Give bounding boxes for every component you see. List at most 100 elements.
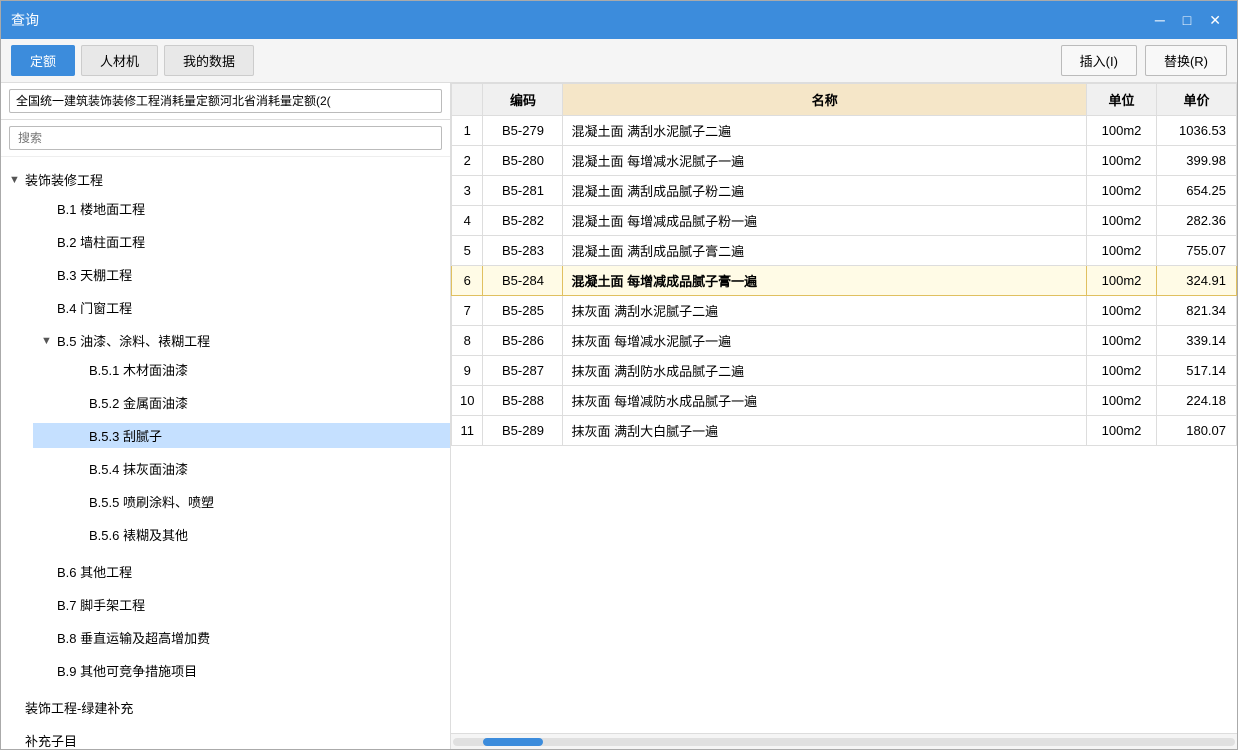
tree-node: 装饰工程-绿建补充 (1, 691, 450, 724)
tree-item[interactable]: B.5.2 金属面油漆 (33, 390, 450, 415)
tree-item[interactable]: B.9 其他可竞争措施项目 (17, 658, 450, 683)
tree-label: B.3 天棚工程 (57, 265, 132, 284)
table-row[interactable]: 4B5-282混凝土面 每增减成品腻子粉一遍100m2282.36 (452, 206, 1237, 236)
tree-node: B.2 墙柱面工程 (17, 225, 450, 258)
table-row[interactable]: 11B5-289抹灰面 满刮大白腻子一遍100m2180.07 (452, 416, 1237, 446)
window-title: 查询 (11, 10, 39, 30)
cell-name: 抹灰面 满刮防水成品腻子二遍 (563, 356, 1087, 386)
scrollbar-track (453, 738, 1235, 746)
tree-node: B.8 垂直运输及超高增加费 (17, 621, 450, 654)
cell-unit: 100m2 (1087, 176, 1157, 206)
cell-name: 混凝土面 满刮成品腻子膏二遍 (563, 236, 1087, 266)
cell-num: 8 (452, 326, 483, 356)
table-row[interactable]: 2B5-280混凝土面 每增减水泥腻子一遍100m2399.98 (452, 146, 1237, 176)
quota-dropdown[interactable]: 全国统一建筑装饰装修工程消耗量定额河北省消耗量定额(2( (9, 89, 442, 113)
table-row[interactable]: 1B5-279混凝土面 满刮水泥腻子二遍100m21036.53 (452, 116, 1237, 146)
tree-children: B.5.1 木材面油漆 B.5.2 金属面油漆 B.5.3 刮腻子 B.5.4 抹灰面… (17, 353, 450, 551)
tree-node: 补充子目 (1, 724, 450, 749)
tree-item[interactable]: B.1 楼地面工程 (17, 196, 450, 221)
table-row[interactable]: 8B5-286抹灰面 每增减水泥腻子一遍100m2339.14 (452, 326, 1237, 356)
tree-node: B.5.3 刮腻子 (33, 419, 450, 452)
table-row[interactable]: 3B5-281混凝土面 满刮成品腻子粉二遍100m2654.25 (452, 176, 1237, 206)
tree-item[interactable]: B.7 脚手架工程 (17, 592, 450, 617)
cell-price: 654.25 (1157, 176, 1237, 206)
main-content: 定额 人材机 我的数据 插入(I) 替换(R) 全国统一建筑装饰装修工程消耗量定… (1, 39, 1237, 749)
data-table: 编码 名称 单位 单价 1B5-279混凝土面 满刮水泥腻子二遍100m2103… (451, 83, 1237, 446)
tree-item[interactable]: B.4 门窗工程 (17, 295, 450, 320)
cell-unit: 100m2 (1087, 116, 1157, 146)
toolbar: 定额 人材机 我的数据 插入(I) 替换(R) (1, 39, 1237, 83)
tree-item[interactable]: 补充子目 (1, 728, 450, 749)
cell-price: 324.91 (1157, 266, 1237, 296)
tree-item[interactable]: B.5.1 木材面油漆 (33, 357, 450, 382)
tree-node: B.5.6 裱糊及其他 (33, 518, 450, 551)
body-area: 全国统一建筑装饰装修工程消耗量定额河北省消耗量定额(2( ▼装饰装修工程 B.1 … (1, 83, 1237, 749)
table-row[interactable]: 10B5-288抹灰面 每增减防水成品腻子一遍100m2224.18 (452, 386, 1237, 416)
cell-name: 混凝土面 每增减水泥腻子一遍 (563, 146, 1087, 176)
cell-num: 7 (452, 296, 483, 326)
cell-price: 180.07 (1157, 416, 1237, 446)
table-row[interactable]: 5B5-283混凝土面 满刮成品腻子膏二遍100m2755.07 (452, 236, 1237, 266)
tree-item[interactable]: B.5.4 抹灰面油漆 (33, 456, 450, 481)
replace-button[interactable]: 替换(R) (1145, 45, 1227, 76)
insert-button[interactable]: 插入(I) (1061, 45, 1137, 76)
cell-unit: 100m2 (1087, 266, 1157, 296)
cell-code: B5-289 (483, 416, 563, 446)
minimize-button[interactable]: ─ (1149, 10, 1171, 31)
tab-wodedata[interactable]: 我的数据 (164, 45, 254, 76)
col-name: 名称 (563, 84, 1087, 116)
cell-name: 抹灰面 每增减水泥腻子一遍 (563, 326, 1087, 356)
cell-code: B5-288 (483, 386, 563, 416)
tree-item[interactable]: B.2 墙柱面工程 (17, 229, 450, 254)
tree-item[interactable]: ▼装饰装修工程 (1, 167, 450, 192)
cell-price: 1036.53 (1157, 116, 1237, 146)
close-button[interactable]: ✕ (1203, 10, 1227, 31)
tab-rencaiji[interactable]: 人材机 (81, 45, 158, 76)
maximize-button[interactable]: □ (1177, 10, 1197, 31)
cell-num: 6 (452, 266, 483, 296)
tree-label: B.5 油漆、涂料、裱糊工程 (57, 331, 210, 350)
tree-item[interactable]: B.5.6 裱糊及其他 (33, 522, 450, 547)
tree-node: B.5.1 木材面油漆 (33, 353, 450, 386)
tree-item[interactable]: B.5.3 刮腻子 (33, 423, 450, 448)
horizontal-scrollbar[interactable] (451, 733, 1237, 749)
tree-item[interactable]: ▼B.5 油漆、涂料、裱糊工程 (17, 328, 450, 353)
tree-node: B.4 门窗工程 (17, 291, 450, 324)
cell-unit: 100m2 (1087, 386, 1157, 416)
scrollbar-thumb[interactable] (483, 738, 543, 746)
title-bar: 查询 ─ □ ✕ (1, 1, 1237, 39)
cell-name: 抹灰面 满刮水泥腻子二遍 (563, 296, 1087, 326)
tree-label: B.4 门窗工程 (57, 298, 132, 317)
tree-toggle-icon[interactable]: ▼ (41, 335, 55, 347)
tree-node: B.6 其他工程 (17, 555, 450, 588)
tab-dinge[interactable]: 定额 (11, 45, 75, 76)
tree-item[interactable]: B.5.5 喷刷涂料、喷塑 (33, 489, 450, 514)
cell-num: 5 (452, 236, 483, 266)
cell-price: 339.14 (1157, 326, 1237, 356)
table-row[interactable]: 6B5-284混凝土面 每增减成品腻子膏一遍100m2324.91 (452, 266, 1237, 296)
tree-item[interactable]: B.8 垂直运输及超高增加费 (17, 625, 450, 650)
cell-code: B5-281 (483, 176, 563, 206)
cell-code: B5-285 (483, 296, 563, 326)
tree-toggle-icon[interactable]: ▼ (9, 174, 23, 186)
tree-item[interactable]: B.3 天棚工程 (17, 262, 450, 287)
main-window: 查询 ─ □ ✕ 定额 人材机 我的数据 插入(I) 替换(R) 全国统一建筑装… (0, 0, 1238, 750)
tree-item[interactable]: 装饰工程-绿建补充 (1, 695, 450, 720)
table-row[interactable]: 9B5-287抹灰面 满刮防水成品腻子二遍100m2517.14 (452, 356, 1237, 386)
cell-unit: 100m2 (1087, 146, 1157, 176)
cell-name: 混凝土面 满刮成品腻子粉二遍 (563, 176, 1087, 206)
cell-name: 混凝土面 每增减成品腻子膏一遍 (563, 266, 1087, 296)
cell-price: 399.98 (1157, 146, 1237, 176)
tree-label: B.5.3 刮腻子 (89, 426, 162, 445)
col-unit: 单位 (1087, 84, 1157, 116)
tree-node: B.5.5 喷刷涂料、喷塑 (33, 485, 450, 518)
tree-item[interactable]: B.6 其他工程 (17, 559, 450, 584)
search-input[interactable] (9, 126, 442, 150)
table-row[interactable]: 7B5-285抹灰面 满刮水泥腻子二遍100m2821.34 (452, 296, 1237, 326)
tree-label: 装饰工程-绿建补充 (25, 698, 133, 717)
col-price: 单价 (1157, 84, 1237, 116)
cell-name: 抹灰面 每增减防水成品腻子一遍 (563, 386, 1087, 416)
table-wrapper: 编码 名称 单位 单价 1B5-279混凝土面 满刮水泥腻子二遍100m2103… (451, 83, 1237, 733)
dropdown-row: 全国统一建筑装饰装修工程消耗量定额河北省消耗量定额(2( (1, 83, 450, 120)
tree-label: B.7 脚手架工程 (57, 595, 145, 614)
